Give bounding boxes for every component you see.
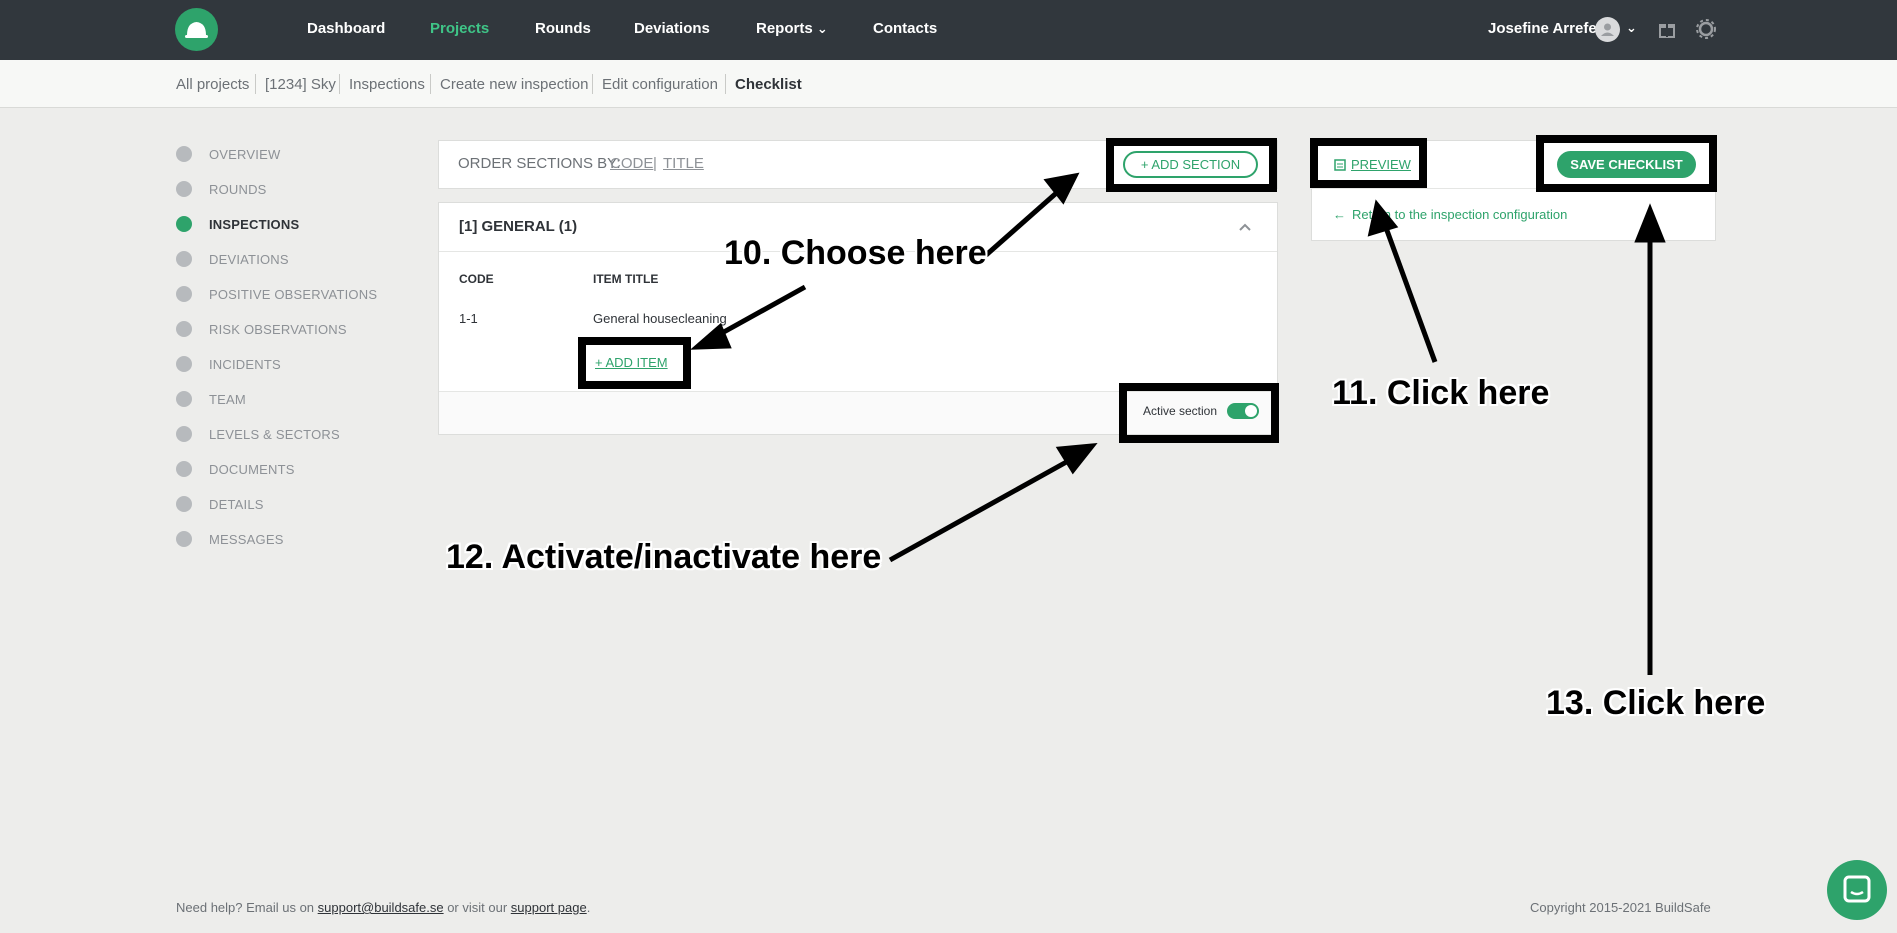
arrow-to-add-section [983,186,1064,258]
arrow-to-preview [1382,224,1438,363]
annotation-step-12: 12. Activate/inactivate here [446,538,882,576]
support-email-link[interactable]: support@buildsafe.se [318,900,444,915]
arrow-head [1634,203,1666,243]
annotation-step-10: 10. Choose here [724,234,987,272]
footer-text: . [586,900,591,915]
copyright: Copyright 2015-2021 BuildSafe [1530,900,1711,915]
arrow-head [690,322,732,350]
arrow-head [1055,442,1098,475]
annotation-step-11: 11. Click here [1332,374,1550,412]
arrow-to-active-toggle [888,457,1072,563]
annotation-step-13: 13. Click here [1546,684,1766,722]
footer-text: or visit our [443,900,511,915]
arrow-to-add-item [711,284,807,341]
annotation-arrows [690,172,1666,675]
arrow-head [1367,199,1399,237]
chat-widget-button[interactable] [1827,860,1887,920]
chat-icon [1843,875,1871,903]
footer-help-text: Need help? Email us on support@buildsafe… [176,900,590,915]
footer-text: Need help? Email us on [176,900,318,915]
support-page-link[interactable]: support page [511,900,587,915]
